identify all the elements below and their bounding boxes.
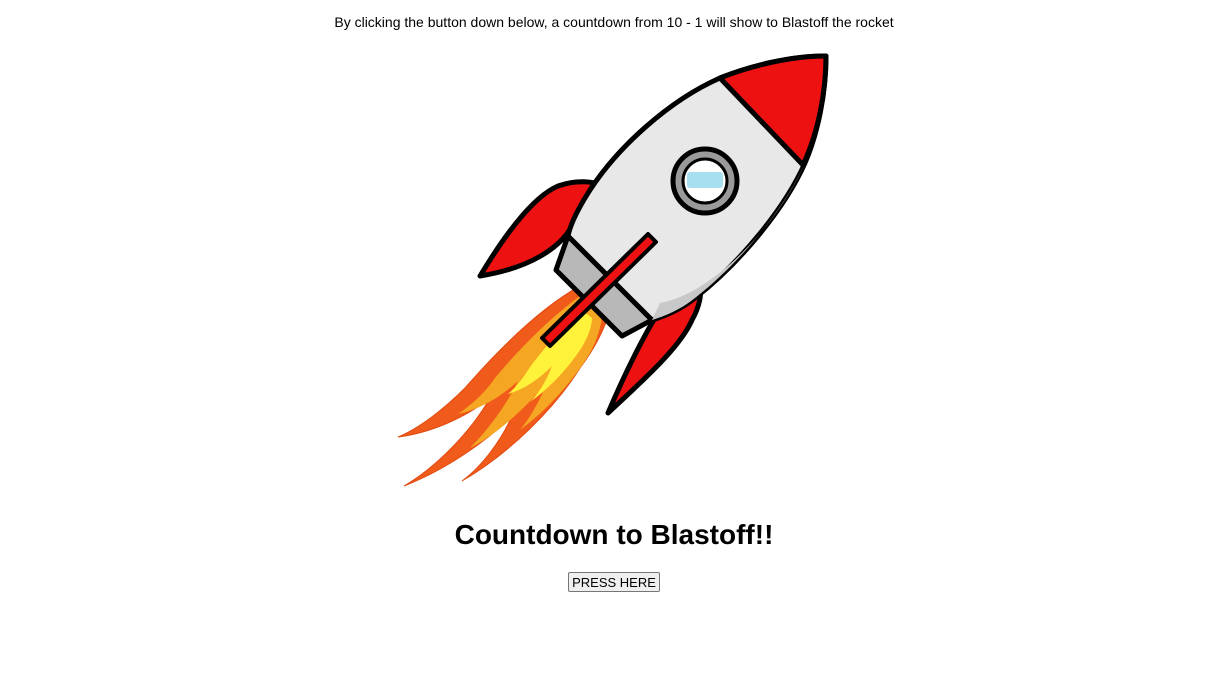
intro-text: By clicking the button down below, a cou… [334,14,894,30]
page: By clicking the button down below, a cou… [0,0,1228,692]
window-icon [670,146,740,216]
rocket-icon [397,53,829,487]
page-title: Countdown to Blastoff!! [454,519,774,550]
press-here-button[interactable]: PRESS HERE [568,572,660,592]
